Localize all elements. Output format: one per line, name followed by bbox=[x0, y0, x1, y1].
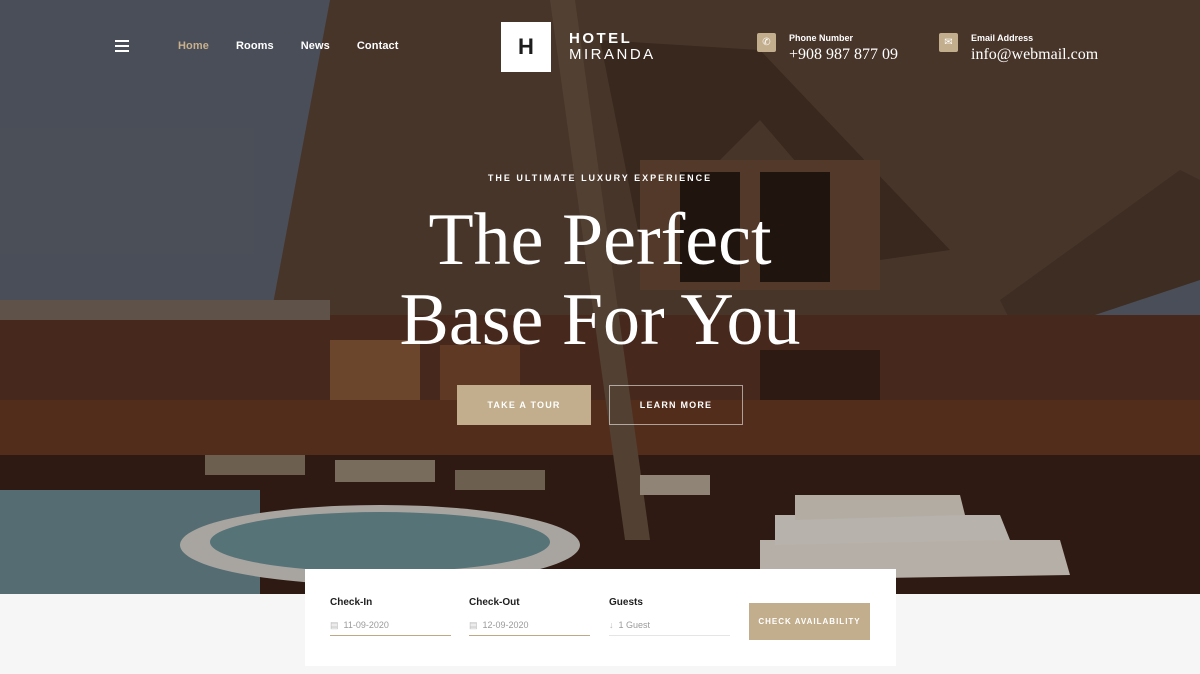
hero-eyebrow: THE ULTIMATE LUXURY EXPERIENCE bbox=[487, 173, 713, 183]
checkout-input[interactable]: ▤ 12-09-2020 bbox=[469, 618, 590, 636]
guests-select[interactable]: ↓ 1 Guest bbox=[609, 618, 730, 636]
checkin-field: Check-In ▤ 11-09-2020 bbox=[330, 597, 451, 636]
check-availability-button[interactable]: CHECK AVAILABILITY bbox=[749, 603, 870, 640]
checkout-field: Check-Out ▤ 12-09-2020 bbox=[469, 597, 590, 636]
logo-mark[interactable]: H bbox=[501, 22, 551, 72]
nav-link-news[interactable]: News bbox=[301, 40, 330, 52]
checkout-value: 12-09-2020 bbox=[482, 620, 529, 630]
email-label: Email Address bbox=[971, 33, 1034, 43]
phone-icon: ✆ bbox=[757, 33, 776, 52]
guests-field: Guests ↓ 1 Guest bbox=[609, 597, 730, 636]
hamburger-menu-icon[interactable] bbox=[115, 40, 129, 52]
nav-link-home[interactable]: Home bbox=[178, 40, 209, 52]
take-a-tour-button[interactable]: TAKE A TOUR bbox=[457, 385, 591, 425]
logo-line-miranda: MIRANDA bbox=[569, 46, 656, 63]
guests-label: Guests bbox=[609, 597, 643, 608]
arrow-down-icon: ↓ bbox=[609, 620, 614, 630]
checkout-label: Check-Out bbox=[469, 597, 520, 608]
logo-line-hotel: HOTEL bbox=[569, 30, 633, 47]
nav-link-rooms[interactable]: Rooms bbox=[236, 40, 274, 52]
calendar-icon: ▤ bbox=[469, 619, 478, 630]
hero-title-line-1: The Perfect bbox=[428, 199, 772, 281]
hero-title: The Perfect Base For You bbox=[0, 200, 1200, 360]
checkin-label: Check-In bbox=[330, 597, 373, 608]
phone-number[interactable]: +908 987 877 09 bbox=[789, 46, 898, 64]
calendar-icon: ▤ bbox=[330, 619, 339, 630]
guests-value: 1 Guest bbox=[618, 620, 651, 630]
logo-letter: H bbox=[518, 34, 534, 59]
nav-link-contact[interactable]: Contact bbox=[357, 40, 399, 52]
logo-wordmark[interactable]: HOTEL MIRANDA bbox=[569, 31, 656, 63]
hero-section: Home Rooms News Contact H HOTEL MIRANDA … bbox=[0, 0, 1200, 594]
booking-form: Check-In ▤ 11-09-2020 Check-Out ▤ 12-09-… bbox=[305, 569, 896, 666]
main-nav: Home Rooms News Contact bbox=[178, 40, 426, 52]
email-address[interactable]: info@webmail.com bbox=[971, 46, 1098, 64]
hero-title-line-2: Base For You bbox=[399, 279, 801, 361]
checkin-input[interactable]: ▤ 11-09-2020 bbox=[330, 618, 451, 636]
checkin-value: 11-09-2020 bbox=[343, 620, 389, 630]
phone-label: Phone Number bbox=[789, 33, 854, 43]
learn-more-button[interactable]: LEARN MORE bbox=[609, 385, 743, 425]
envelope-icon: ✉ bbox=[939, 33, 958, 52]
